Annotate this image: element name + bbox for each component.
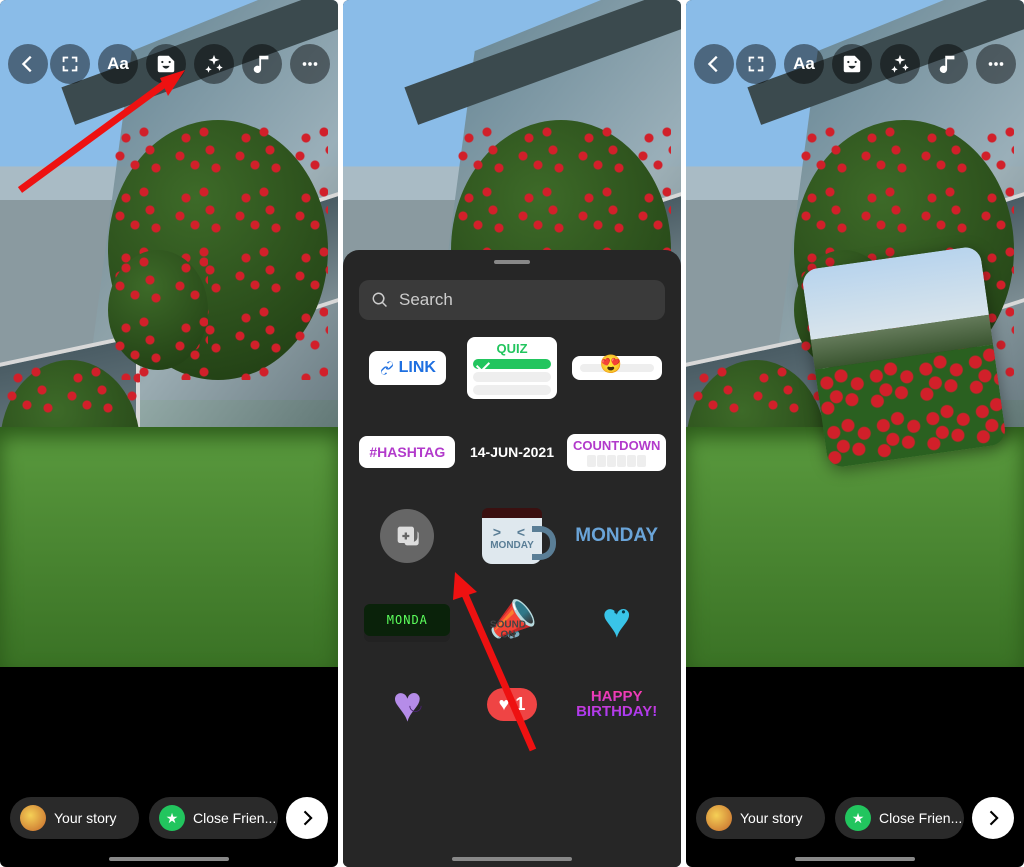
text-button[interactable]: Aa xyxy=(98,44,138,84)
home-indicator xyxy=(109,857,229,861)
close-friends-button[interactable]: Close Frien... xyxy=(835,797,964,839)
search-placeholder: Search xyxy=(399,290,453,310)
back-button[interactable] xyxy=(694,44,734,84)
close-friends-label: Close Frien... xyxy=(879,810,962,826)
screen-3-photo-added: Aa Your story Close Frien... xyxy=(686,0,1024,867)
your-story-button[interactable]: Your story xyxy=(696,797,825,839)
share-bar: Your story Close Frien... xyxy=(696,797,964,839)
sticker-hashtag[interactable]: #HASHTAG xyxy=(360,420,454,484)
back-button[interactable] xyxy=(8,44,48,84)
screen-1-story-editor: Aa Your story Close Frien... xyxy=(0,0,338,867)
sticker-link[interactable]: LINK xyxy=(360,336,454,400)
screen-2-sticker-tray: Search LINK QUIZ #HASHTAG 14-JUN-2021 CO… xyxy=(343,0,681,867)
home-indicator xyxy=(795,857,915,861)
search-icon xyxy=(371,291,389,309)
effects-button[interactable] xyxy=(880,44,920,84)
sticker-heart-purple[interactable]: ♥ xyxy=(360,672,454,736)
story-background-photo xyxy=(0,0,338,667)
story-background-photo xyxy=(686,0,1024,667)
close-friends-label: Close Frien... xyxy=(193,810,276,826)
sticker-grid: LINK QUIZ #HASHTAG 14-JUN-2021 COUNTDOWN… xyxy=(359,336,665,736)
editor-toolbar: Aa xyxy=(736,44,1016,84)
sticker-like-count[interactable]: ♥ 1 xyxy=(465,672,559,736)
sticker-heart-blue[interactable]: ♥ xyxy=(570,588,664,652)
next-button[interactable] xyxy=(972,797,1014,839)
close-friends-button[interactable]: Close Frien... xyxy=(149,797,278,839)
expand-button[interactable] xyxy=(50,44,90,84)
sticker-sheet: Search LINK QUIZ #HASHTAG 14-JUN-2021 CO… xyxy=(343,250,681,867)
expand-button[interactable] xyxy=(736,44,776,84)
more-button[interactable] xyxy=(290,44,330,84)
next-button[interactable] xyxy=(286,797,328,839)
editor-toolbar: Aa xyxy=(50,44,330,84)
sticker-button[interactable] xyxy=(146,44,186,84)
added-photo-sticker[interactable] xyxy=(801,245,1007,468)
sticker-countdown[interactable]: COUNTDOWN xyxy=(570,420,664,484)
sticker-quiz[interactable]: QUIZ xyxy=(465,336,559,400)
effects-button[interactable] xyxy=(194,44,234,84)
sticker-mug-monday[interactable]: > <MONDAY xyxy=(465,504,559,568)
sticker-clock-monday[interactable]: MONDA xyxy=(360,588,454,652)
your-story-button[interactable]: Your story xyxy=(10,797,139,839)
sticker-date[interactable]: 14-JUN-2021 xyxy=(465,420,559,484)
your-story-label: Your story xyxy=(740,810,803,826)
sticker-gallery[interactable] xyxy=(360,504,454,568)
text-button[interactable]: Aa xyxy=(784,44,824,84)
sticker-search[interactable]: Search xyxy=(359,280,665,320)
music-button[interactable] xyxy=(242,44,282,84)
music-button[interactable] xyxy=(928,44,968,84)
sticker-sound-on[interactable]: 📣SOUNDON xyxy=(465,588,559,652)
home-indicator xyxy=(452,857,572,861)
sheet-drag-handle[interactable] xyxy=(494,260,530,264)
your-story-label: Your story xyxy=(54,810,117,826)
sticker-happy-birthday[interactable]: HAPPYBIRTHDAY! xyxy=(570,672,664,736)
sticker-emoji-slider[interactable] xyxy=(570,336,664,400)
share-bar: Your story Close Frien... xyxy=(10,797,278,839)
sticker-button[interactable] xyxy=(832,44,872,84)
sticker-monday-text[interactable]: MONDAY xyxy=(570,504,664,568)
more-button[interactable] xyxy=(976,44,1016,84)
